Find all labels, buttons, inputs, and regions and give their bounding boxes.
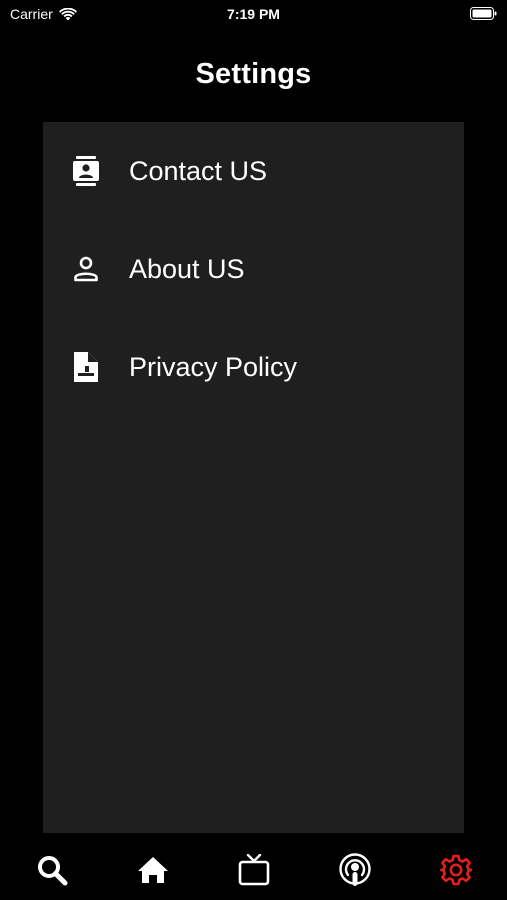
contact-card-icon [72,156,100,186]
menu-item-label: Privacy Policy [129,351,298,382]
menu-item-contact-us[interactable]: Contact US [43,141,464,201]
tab-bar [0,838,507,900]
status-time: 7:19 PM [227,6,280,22]
status-bar: Carrier 7:19 PM [0,0,507,28]
tab-tv[interactable] [234,850,274,890]
home-icon [138,857,168,883]
person-icon [72,254,100,284]
tab-settings[interactable] [436,850,476,890]
tab-home[interactable] [133,850,173,890]
page-title: Settings [195,58,312,90]
settings-panel: Contact US About US Privacy Policy [43,122,464,833]
menu-item-privacy-policy[interactable]: Privacy Policy [43,337,464,397]
tv-icon [238,854,270,886]
gear-icon [440,854,472,886]
tab-search[interactable] [32,850,72,890]
podcast-icon [339,853,371,886]
tab-podcast[interactable] [335,850,375,890]
menu-item-label: About US [129,253,245,284]
menu-item-label: Contact US [129,155,268,186]
battery-icon [470,7,497,20]
menu-item-about-us[interactable]: About US [43,239,464,299]
search-icon [38,856,68,886]
document-icon [72,352,100,382]
